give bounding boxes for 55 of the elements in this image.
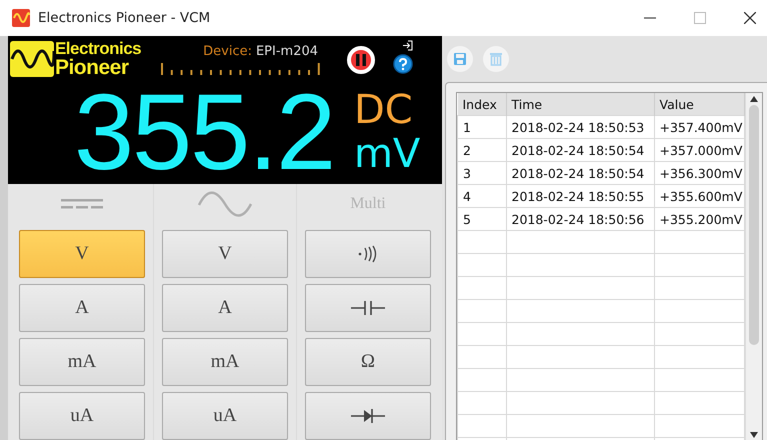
unit-label: mV: [354, 132, 420, 176]
table-cell: 2018-02-24 18:50:53: [506, 116, 654, 138]
table-cell: 2018-02-24 18:50:56: [506, 208, 654, 230]
column-header[interactable]: Time: [506, 93, 654, 116]
column-header[interactable]: Index: [458, 93, 506, 116]
trash-icon[interactable]: [483, 46, 509, 72]
device-name: EPI-m204: [256, 44, 318, 59]
brand-name: Electronics: [54, 40, 142, 57]
mode-button[interactable]: uA: [162, 392, 288, 440]
coupling-label: DC: [354, 88, 414, 132]
app-logo-icon: [12, 9, 30, 27]
scroll-down-icon[interactable]: [750, 432, 758, 438]
scroll-up-icon[interactable]: [750, 96, 758, 102]
table-cell: +357.400mV: [654, 116, 744, 138]
table-cell: 2018-02-24 18:50:54: [506, 162, 654, 184]
mode-button[interactable]: A: [18, 284, 145, 332]
help-icon[interactable]: [393, 54, 414, 74]
scrollbar[interactable]: [745, 93, 762, 440]
scroll-thumb[interactable]: [749, 105, 759, 345]
diode-icon: [350, 409, 385, 423]
table-cell: +355.600mV: [654, 184, 744, 208]
exit-icon[interactable]: [402, 40, 414, 51]
table-cell: 5: [458, 208, 506, 230]
table-cell: 4: [458, 184, 506, 208]
mode-button[interactable]: [304, 392, 431, 440]
mode-button[interactable]: [304, 284, 431, 332]
table-cell: 1: [458, 116, 506, 138]
mode-button[interactable]: [304, 230, 431, 278]
pause-button[interactable]: [347, 46, 376, 74]
table-cell: +355.200mV: [654, 208, 744, 230]
window-title: Electronics Pioneer - VCM: [38, 10, 210, 26]
table-cell: 2018-02-24 18:50:55: [506, 184, 654, 208]
mode-button[interactable]: uA: [18, 392, 145, 440]
logo-wave-icon: [10, 41, 54, 77]
mode-button[interactable]: Ω: [304, 338, 431, 386]
close-icon[interactable]: [744, 12, 756, 24]
table-cell: 3: [458, 162, 506, 184]
column-header[interactable]: Value: [654, 93, 744, 116]
mode-button[interactable]: mA: [18, 338, 145, 386]
table-cell: 2018-02-24 18:50:54: [506, 138, 654, 162]
save-icon[interactable]: [447, 46, 473, 72]
mode-button[interactable]: mA: [162, 338, 288, 386]
dc-icon: [60, 198, 103, 210]
maximize-icon[interactable]: [694, 12, 706, 24]
capacitor-icon: [350, 301, 385, 315]
table-cell: +356.300mV: [654, 162, 744, 184]
device-label: Device:: [203, 44, 252, 59]
table-cell: 2: [458, 138, 506, 162]
table-cell: +357.000mV: [654, 138, 744, 162]
mode-button[interactable]: V: [162, 230, 288, 278]
sound-waves-icon: [356, 245, 379, 263]
brand-name: Pioneer: [54, 57, 130, 78]
reading-value: 355.2: [74, 78, 336, 186]
mode-button[interactable]: V: [18, 230, 145, 278]
mode-button[interactable]: A: [162, 284, 288, 332]
